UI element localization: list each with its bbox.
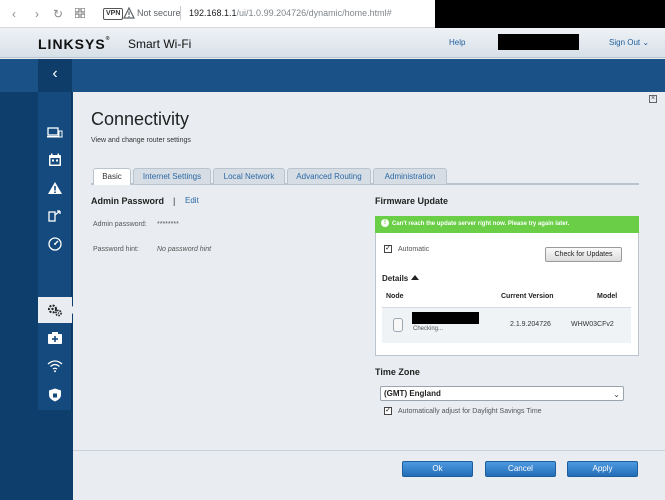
- details-label: Details: [382, 274, 409, 283]
- sidebar-item-connectivity[interactable]: [38, 297, 77, 323]
- help-link[interactable]: Help: [449, 38, 465, 47]
- column-model: Model: [597, 293, 618, 300]
- url-divider: [180, 6, 181, 20]
- caret-up-icon: [411, 275, 420, 280]
- node-status: Checking...: [413, 326, 444, 332]
- brand-name: LINKSYS: [38, 36, 106, 52]
- column-current-version: Current Version: [501, 293, 554, 300]
- apps-grid-icon[interactable]: [72, 6, 88, 22]
- warning-icon: [123, 7, 135, 19]
- tab-local-network[interactable]: Local Network: [213, 168, 285, 184]
- edit-password-link[interactable]: Edit: [185, 196, 199, 205]
- sidebar-item-external-storage[interactable]: [38, 203, 72, 229]
- tab-basic[interactable]: Basic: [93, 168, 131, 185]
- page-subtitle: View and change router settings: [91, 137, 191, 144]
- chevron-down-icon: ⌄: [613, 390, 620, 399]
- redacted-account: [498, 34, 579, 50]
- sidebar-item-security[interactable]: [38, 382, 72, 408]
- time-zone-heading: Time Zone: [375, 367, 420, 377]
- calendar-icon: [49, 153, 61, 166]
- admin-password-label: Admin password:: [93, 221, 147, 228]
- devices-icon: [47, 127, 63, 138]
- tab-administration[interactable]: Administration: [373, 168, 447, 184]
- background-band: [0, 59, 665, 92]
- time-zone-select[interactable]: (GMT) England ⌄: [380, 386, 624, 401]
- node-version: 2.1.9.204726: [510, 321, 551, 328]
- vpn-badge[interactable]: VPN: [103, 8, 124, 20]
- brand-mark: ®: [105, 36, 111, 42]
- alert-circle-icon: !: [381, 219, 389, 228]
- time-zone-value: (GMT) England: [384, 389, 441, 398]
- cancel-button[interactable]: Cancel: [485, 461, 556, 477]
- redacted-region: [435, 0, 665, 28]
- forward-arrow-icon[interactable]: ›: [29, 6, 45, 22]
- url-path: /ui/1.0.99.204726/dynamic/home.html#: [236, 8, 392, 18]
- dst-checkbox[interactable]: ✓: [384, 407, 392, 415]
- tab-bar: Basic Internet Settings Local Network Ad…: [91, 168, 639, 185]
- password-hint-label: Password hint:: [93, 246, 139, 253]
- dst-label: Automatically adjust for Daylight Saving…: [398, 408, 542, 415]
- redacted-node-name: [412, 312, 479, 324]
- tab-internet-settings[interactable]: Internet Settings: [133, 168, 211, 184]
- chevron-left-icon: ‹: [52, 65, 58, 82]
- router-node-icon: [393, 318, 403, 332]
- node-model: WHW03CFv2: [571, 321, 614, 328]
- camera-plus-icon: [48, 332, 62, 344]
- heading-separator: |: [173, 196, 176, 206]
- sidebar-item-devices[interactable]: [38, 120, 72, 146]
- check-for-updates-button[interactable]: Check for Updates: [545, 247, 622, 262]
- reload-icon[interactable]: ↻: [50, 6, 66, 22]
- details-toggle[interactable]: Details: [382, 274, 420, 283]
- browser-toolbar: ‹ › ↻ VPN Not secure 192.168.1.1/ui/1.0.…: [0, 0, 665, 28]
- sign-out-link[interactable]: Sign Out ⌄: [609, 38, 649, 47]
- admin-password-value: ********: [157, 221, 179, 228]
- gear-icon: [48, 304, 62, 317]
- url-host: 192.168.1.1: [189, 8, 237, 18]
- tab-advanced-routing[interactable]: Advanced Routing: [287, 168, 371, 184]
- close-icon[interactable]: ×: [649, 95, 657, 103]
- share-icon: [48, 210, 61, 222]
- linksys-logo: LINKSYS®: [38, 36, 110, 52]
- alert-triangle-icon: [48, 182, 62, 194]
- product-name: Smart Wi-Fi: [128, 37, 192, 51]
- wifi-icon: [47, 360, 63, 373]
- admin-password-heading: Admin Password: [91, 196, 165, 206]
- sidebar-item-media-prioritization[interactable]: [38, 325, 72, 351]
- footer-divider: [73, 450, 665, 451]
- sidebar-item-wifi-settings[interactable]: [38, 353, 72, 379]
- firmware-alert-text: Can't reach the update server right now.…: [392, 221, 570, 227]
- column-node: Node: [386, 293, 404, 300]
- automatic-update-checkbox[interactable]: ✓: [384, 245, 392, 253]
- chevron-down-icon: ⌄: [642, 38, 650, 47]
- firmware-alert: ! Can't reach the update server right now…: [375, 216, 639, 233]
- sidebar: [38, 92, 77, 410]
- password-hint-value: No password hint: [157, 246, 212, 253]
- sign-out-label: Sign Out: [609, 38, 641, 47]
- back-button[interactable]: ‹: [38, 59, 72, 92]
- sidebar-item-alerts[interactable]: [38, 175, 72, 201]
- sidebar-item-speed-test[interactable]: [38, 231, 72, 257]
- ok-button[interactable]: Ok: [402, 461, 473, 477]
- firmware-update-heading: Firmware Update: [375, 196, 449, 206]
- sidebar-item-parental[interactable]: [38, 147, 72, 173]
- speedometer-icon: [48, 237, 62, 251]
- security-status[interactable]: Not secure: [137, 8, 181, 18]
- app-header: LINKSYS® Smart Wi-Fi Help Sign Out ⌄: [0, 28, 665, 58]
- shield-icon: [49, 388, 61, 402]
- back-arrow-icon[interactable]: ‹: [6, 6, 22, 22]
- apply-button[interactable]: Apply: [567, 461, 638, 477]
- address-bar[interactable]: 192.168.1.1/ui/1.0.99.204726/dynamic/hom…: [189, 8, 392, 18]
- automatic-update-label: Automatic: [398, 246, 430, 253]
- page-title: Connectivity: [91, 109, 190, 129]
